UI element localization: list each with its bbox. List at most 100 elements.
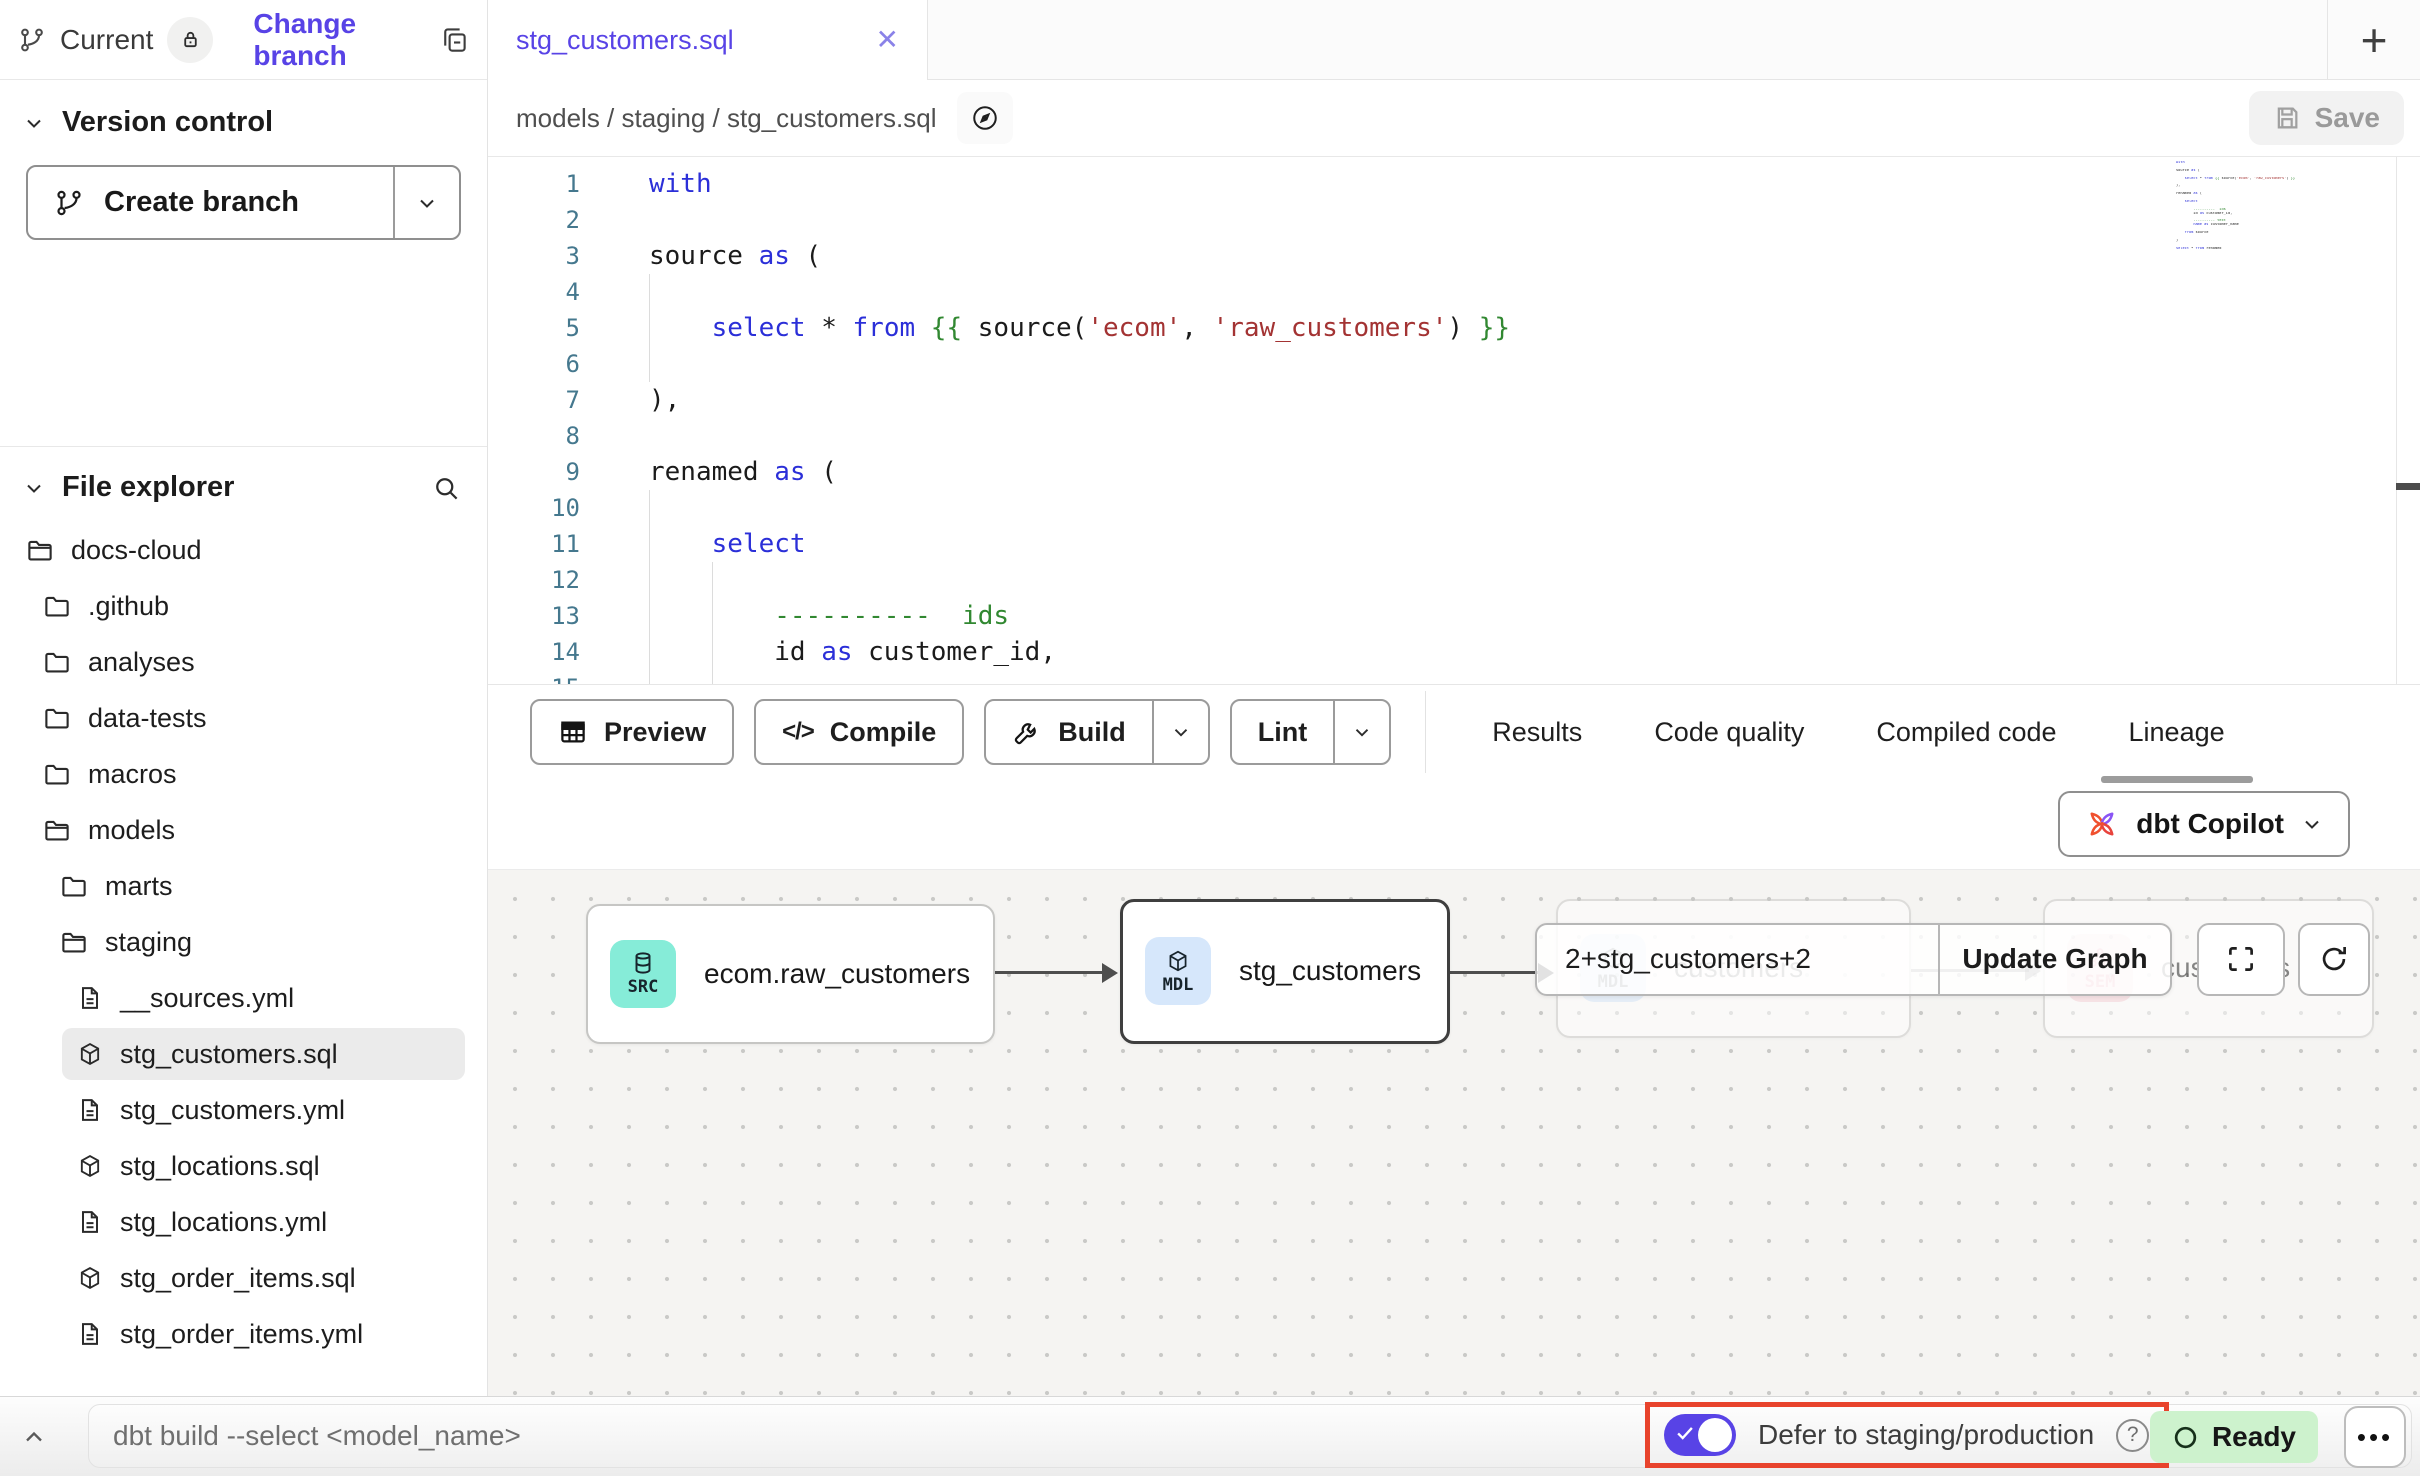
chevron-down-icon [415,191,439,215]
tab-bar: stg_customers.sql ✕ + [488,0,2420,80]
panel-tab-lineage[interactable]: Lineage [2125,689,2229,776]
panel-tab-results[interactable]: Results [1488,689,1586,776]
chevron-down-icon [1170,721,1192,743]
code-line: 2 [488,202,2166,238]
tree-item-marts[interactable]: marts [0,858,487,914]
minimap[interactable]: withsource as ( select * from {{ source(… [2176,161,2390,250]
create-branch-label: Create branch [104,186,299,219]
chevron-up-icon[interactable] [20,1423,48,1451]
lineage-node-source[interactable]: SRC ecom.raw_customers [586,904,995,1044]
build-caret[interactable] [1152,701,1208,763]
tree-item-label: stg_order_items.sql [120,1263,356,1294]
tree-item-data-tests[interactable]: data-tests [0,690,487,746]
create-branch-caret[interactable] [393,167,459,238]
tree-item-models[interactable]: models [0,802,487,858]
chevron-down-icon [2300,812,2324,836]
tree-item-stg-order-items-sql[interactable]: stg_order_items.sql [0,1250,487,1306]
database-icon [630,950,656,976]
build-button[interactable]: Build [986,701,1152,763]
line-number: 12 [488,562,608,598]
new-tab-button[interactable]: + [2327,0,2420,80]
command-placeholder: dbt build --select <model_name> [113,1420,521,1452]
check-icon [1674,1422,1696,1444]
ready-status-badge[interactable]: Ready [2150,1411,2318,1463]
tree-item-stg-locations-yml[interactable]: stg_locations.yml [0,1194,487,1250]
indent-guide [649,490,650,526]
close-icon[interactable]: ✕ [876,26,899,54]
defer-toggle[interactable] [1664,1414,1736,1456]
scrollbar-track[interactable] [2396,157,2420,684]
tree-item-stg-customers-sql[interactable]: stg_customers.sql [0,1026,487,1082]
version-control-header[interactable]: Version control [0,80,487,149]
tree-item-stg-order-items-yml[interactable]: stg_order_items.yml [0,1306,487,1362]
tree-item-stg-locations-sql[interactable]: stg_locations.sql [0,1138,487,1194]
tree-item-label: stg_locations.yml [120,1207,327,1238]
save-button[interactable]: Save [2249,91,2404,145]
indent-guide [712,562,713,598]
line-number: 4 [488,274,608,310]
indent-guide [712,670,713,684]
tab-bar-empty [928,0,2327,80]
code-editor[interactable]: 1with23source as (45 select * from {{ so… [488,157,2420,684]
lint-caret[interactable] [1333,701,1389,763]
ready-label: Ready [2212,1421,2296,1453]
code-line: 3source as ( [488,238,2166,274]
current-branch-button[interactable]: Current [18,17,213,63]
model-cube-icon [76,1040,104,1068]
lineage-canvas[interactable]: SRC ecom.raw_customers MDL stg_customers… [488,869,2420,1397]
copy-icon[interactable] [439,25,469,55]
copilot-row: dbt Copilot [488,780,2420,869]
code-line: 9renamed as ( [488,454,2166,490]
scrollbar-thumb[interactable] [2396,483,2420,490]
tree-item-label: stg_customers.yml [120,1095,345,1126]
compile-button[interactable]: </> Compile [756,701,962,763]
search-icon[interactable] [431,473,461,503]
folder-icon [59,871,89,901]
dbt-copilot-button[interactable]: dbt Copilot [2058,791,2350,857]
build-split-button: Build [984,699,1210,765]
preview-button[interactable]: Preview [532,701,732,763]
indent-guide [649,310,650,346]
tree-item-macros[interactable]: macros [0,746,487,802]
more-options-button[interactable]: ••• [2344,1406,2406,1468]
tab-stg-customers[interactable]: stg_customers.sql ✕ [488,0,928,80]
folder-icon [42,703,72,733]
refresh-button[interactable] [2298,923,2370,996]
file-explorer-header[interactable]: File explorer [0,447,487,514]
tree-item-label: stg_locations.sql [120,1151,320,1182]
breadcrumb-row: models / staging / stg_customers.sql Sav… [488,80,2420,157]
branch-header: Current Change branch [0,0,487,80]
code-line: 15 [488,670,2166,684]
panel-tab-compiled-code[interactable]: Compiled code [1872,689,2060,776]
selector-input[interactable]: 2+stg_customers+2 [1537,925,1938,994]
folder-icon [42,647,72,677]
refresh-icon [2317,942,2351,976]
fullscreen-button[interactable] [2197,923,2285,996]
chevron-down-icon [22,111,46,135]
panel-tab-code-quality[interactable]: Code quality [1650,689,1808,776]
update-graph-button[interactable]: Update Graph [1938,925,2170,994]
tree-item-docs-cloud[interactable]: docs-cloud [0,522,487,578]
indent-guide [649,274,650,310]
build-label: Build [1058,717,1126,748]
tree-item-staging[interactable]: staging [0,914,487,970]
tree-item-stg-customers-yml[interactable]: stg_customers.yml [0,1082,487,1138]
lineage-node-stg-customers[interactable]: MDL stg_customers [1120,899,1450,1044]
wrench-icon [1012,717,1042,747]
node-label: ecom.raw_customers [704,958,970,990]
chevron-down-icon [22,476,46,500]
tree-item-label: models [88,815,175,846]
tree-item-analyses[interactable]: analyses [0,634,487,690]
help-icon[interactable]: ? [2116,1419,2149,1452]
line-number: 2 [488,202,608,238]
copilot-compass-button[interactable] [957,92,1013,144]
tree-item--github[interactable]: .github [0,578,487,634]
lint-button[interactable]: Lint [1232,701,1333,763]
workspace: Current Change branch Version control [0,0,2420,1396]
tree-item--sources-yml[interactable]: __sources.yml [0,970,487,1026]
lineage-edge [1450,971,1542,974]
create-branch-button[interactable]: Create branch [28,167,393,238]
editor-toolbar: Preview </> Compile Build [488,684,2420,780]
line-number: 6 [488,346,608,382]
change-branch-link[interactable]: Change branch [253,8,411,72]
